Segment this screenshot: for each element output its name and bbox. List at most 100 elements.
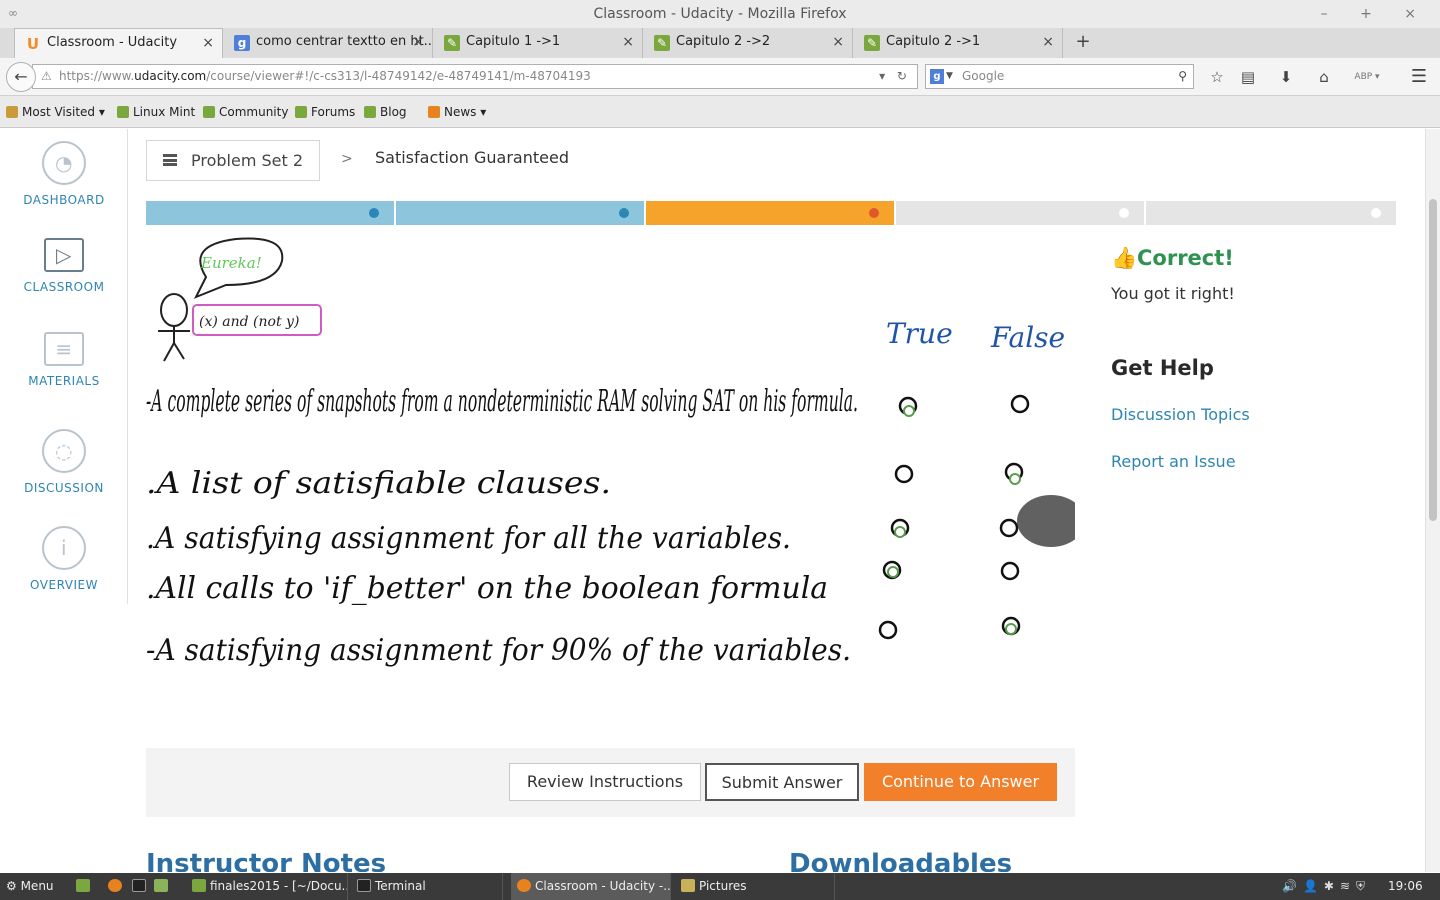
- bookmark-forums[interactable]: Forums: [295, 96, 355, 128]
- notebook-icon: ≡: [44, 332, 84, 366]
- start-menu-button[interactable]: ⚙ Menu: [6, 873, 68, 900]
- edit-favicon-icon: ✎: [864, 35, 880, 51]
- nav-label: DASHBOARD: [23, 193, 105, 207]
- reading-list-icon[interactable]: ▤: [1237, 66, 1259, 88]
- lesson-breadcrumb-button[interactable]: Problem Set 2: [146, 140, 320, 181]
- new-tab-plus-icon[interactable]: +: [1073, 28, 1093, 58]
- bookmark-label: Community: [219, 105, 289, 119]
- menu-icon[interactable]: ☰: [1408, 66, 1430, 88]
- bookmark-star-icon[interactable]: ☆: [1206, 66, 1228, 88]
- progress-segment[interactable]: [646, 201, 894, 225]
- progress-segment[interactable]: [1146, 201, 1396, 225]
- folder-icon: [6, 106, 18, 118]
- tab-close-icon[interactable]: ×: [1042, 28, 1054, 56]
- tab-label: Capitulo 2 ->1: [886, 34, 981, 49]
- taskbar-window-firefox[interactable]: Classroom - Udacity -...: [511, 873, 671, 900]
- radio-true-5[interactable]: [878, 620, 898, 640]
- answer-row-text: .A list of satisfiable clauses.: [146, 466, 611, 501]
- progress-dot: [369, 208, 379, 218]
- tab-close-icon[interactable]: ×: [202, 29, 214, 57]
- bookmark-label: News ▾: [444, 105, 487, 119]
- google-engine-icon[interactable]: g: [930, 69, 944, 84]
- app-logo-icon: ∞: [8, 6, 18, 20]
- progress-segment[interactable]: [396, 201, 644, 225]
- taskbar-window-terminal[interactable]: Terminal: [351, 873, 503, 900]
- progress-segment[interactable]: [896, 201, 1144, 225]
- list-icon: [163, 154, 177, 166]
- lesson-progress-bar: [146, 201, 1396, 225]
- url-bar[interactable]: ⚠ https://www.udacity.com/course/viewer#…: [32, 64, 918, 89]
- radio-false-4[interactable]: [1000, 561, 1020, 581]
- window-controls[interactable]: – + ×: [1321, 0, 1430, 28]
- bookmark-community[interactable]: Community: [203, 96, 288, 128]
- bookmark-blog[interactable]: Blog: [364, 96, 407, 128]
- home-icon[interactable]: ⌂: [1313, 66, 1335, 88]
- radio-false-3[interactable]: [999, 518, 1019, 538]
- reload-icon[interactable]: ▾ ↻: [879, 65, 911, 88]
- desktop-icon[interactable]: [76, 873, 96, 900]
- clock[interactable]: 19:06: [1388, 873, 1438, 900]
- feedback-title-text: Correct!: [1137, 246, 1234, 270]
- nav-materials[interactable]: ≡ MATERIALS: [0, 332, 128, 388]
- files-launcher-icon[interactable]: [154, 873, 174, 900]
- bookmark-label: Forums: [311, 105, 356, 119]
- scrollbar-thumb[interactable]: [1429, 199, 1437, 521]
- chevron-down-icon[interactable]: ▼: [946, 65, 953, 88]
- tab-close-icon[interactable]: ×: [622, 28, 634, 56]
- tab-close-icon[interactable]: ×: [412, 28, 424, 56]
- play-icon: ▷: [44, 238, 84, 272]
- nav-discussion[interactable]: ◌ DISCUSSION: [0, 429, 128, 495]
- bookmark-most-visited[interactable]: Most Visited ▾: [6, 96, 105, 128]
- chat-bubbles-icon: ◌: [42, 429, 86, 473]
- window-title: Classroom - Udacity - Mozilla Firefox: [593, 6, 847, 22]
- report-issue-link[interactable]: Report an Issue: [1111, 452, 1236, 471]
- tab-label: Capitulo 1 ->1: [466, 34, 561, 49]
- download-icon[interactable]: ⬇: [1275, 66, 1297, 88]
- back-arrow-icon[interactable]: ←: [6, 62, 36, 92]
- column-false: False: [990, 321, 1065, 354]
- radio-true-2[interactable]: [894, 464, 914, 484]
- firefox-launcher-icon[interactable]: [108, 873, 128, 900]
- terminal-launcher-icon[interactable]: [132, 873, 152, 900]
- discussion-topics-link[interactable]: Discussion Topics: [1111, 405, 1250, 424]
- tab-capitulo-2-2[interactable]: ✎ Capitulo 2 ->2 ×: [644, 28, 853, 58]
- bookmark-label: Linux Mint: [133, 105, 196, 119]
- tab-capitulo-2-1[interactable]: ✎ Capitulo 2 ->1 ×: [854, 28, 1063, 58]
- taskbar-window-editor[interactable]: finales2015 - [~/Docu...: [186, 873, 348, 900]
- quiz-video-frame[interactable]: Eureka! (x) and (not y) True False -A co…: [146, 225, 1075, 745]
- udacity-favicon-icon: U: [26, 35, 40, 53]
- nav-dashboard[interactable]: ◔ DASHBOARD: [0, 141, 128, 207]
- page-scrollbar[interactable]: [1425, 129, 1440, 872]
- window-titlebar: ∞ Classroom - Udacity - Mozilla Firefox …: [0, 0, 1440, 28]
- submit-answer-button[interactable]: Submit Answer: [705, 763, 859, 801]
- progress-segment[interactable]: [146, 201, 394, 225]
- breadcrumb-separator: >: [341, 151, 353, 167]
- quiz-drawing: Eureka! (x) and (not y) True False -A co…: [146, 237, 1075, 668]
- window-label: finales2015 - [~/Docu...: [210, 879, 348, 893]
- bookmark-news[interactable]: News ▾: [428, 96, 486, 128]
- radio-false-1[interactable]: [1010, 394, 1030, 414]
- search-input[interactable]: g ▼ Google ⚲: [925, 64, 1194, 89]
- column-true: True: [886, 317, 953, 350]
- side-navigation: ◔ DASHBOARD ▷ CLASSROOM ≡ MATERIALS ◌ DISCUS…: [0, 129, 128, 604]
- tab-capitulo-1[interactable]: ✎ Capitulo 1 ->1 ×: [434, 28, 643, 58]
- taskbar-window-pictures[interactable]: Pictures: [675, 873, 835, 900]
- bookmark-linux-mint[interactable]: Linux Mint: [117, 96, 195, 128]
- nav-overview[interactable]: i OVERVIEW: [0, 526, 128, 592]
- url-domain: udacity.com: [134, 69, 207, 83]
- tab-close-icon[interactable]: ×: [832, 28, 844, 56]
- nav-label: DISCUSSION: [24, 481, 104, 495]
- tab-google-search[interactable]: g como centrar textto en ht... ×: [224, 28, 433, 58]
- nav-label: MATERIALS: [28, 374, 100, 388]
- search-icon[interactable]: ⚲: [1178, 65, 1187, 88]
- bookmark-label: Blog: [380, 105, 407, 119]
- tab-strip: U Classroom - Udacity × g como centrar t…: [0, 28, 1440, 58]
- bookmark-label: Most Visited ▾: [22, 105, 105, 119]
- stick-figure-head: [160, 293, 188, 327]
- system-tray[interactable]: 🔊👤✱≋⛨: [1282, 873, 1392, 900]
- review-instructions-button[interactable]: Review Instructions: [509, 763, 701, 801]
- nav-classroom[interactable]: ▷ CLASSROOM: [0, 238, 128, 294]
- tab-classroom-udacity[interactable]: U Classroom - Udacity ×: [14, 28, 223, 58]
- continue-to-answer-button[interactable]: Continue to Answer: [864, 763, 1057, 801]
- adblock-icon[interactable]: ABP ▾: [1350, 66, 1384, 88]
